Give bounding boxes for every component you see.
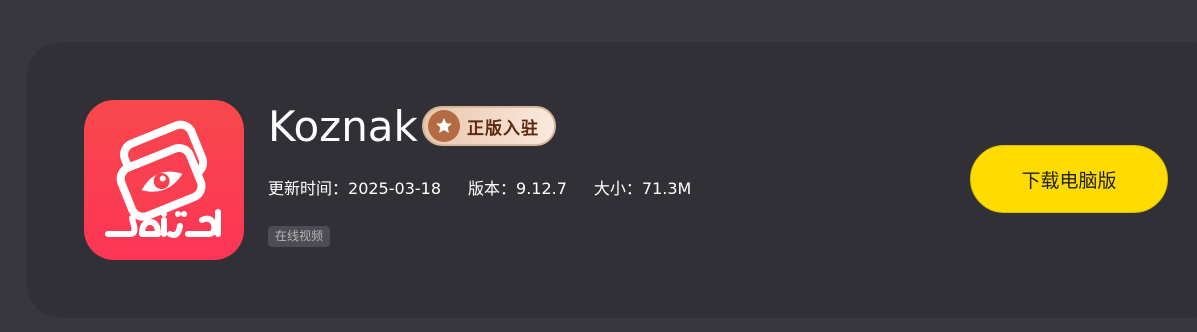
version-label: 版本： [468,179,517,198]
koznak-logo-icon [84,100,244,260]
file-size-value: 71.3M [641,179,692,198]
download-pc-button[interactable]: 下载电脑版 [970,145,1168,213]
version-value: 9.12.7 [516,179,567,198]
badge-label: 正版入驻 [467,118,539,139]
app-title: Koznak [268,102,418,151]
official-badge: 正版入驻 [422,106,556,146]
version: 版本：9.12.7 [468,178,567,200]
star-icon [428,110,460,142]
update-date: 更新时间：2025-03-18 [268,178,441,200]
update-date-label: 更新时间： [268,179,349,198]
app-meta: 更新时间：2025-03-18 版本：9.12.7 大小：71.3M [268,178,718,200]
category-tag[interactable]: 在线视频 [268,226,331,247]
file-size-label: 大小： [593,179,642,198]
update-date-value: 2025-03-18 [348,179,441,198]
file-size: 大小：71.3M [594,178,691,200]
